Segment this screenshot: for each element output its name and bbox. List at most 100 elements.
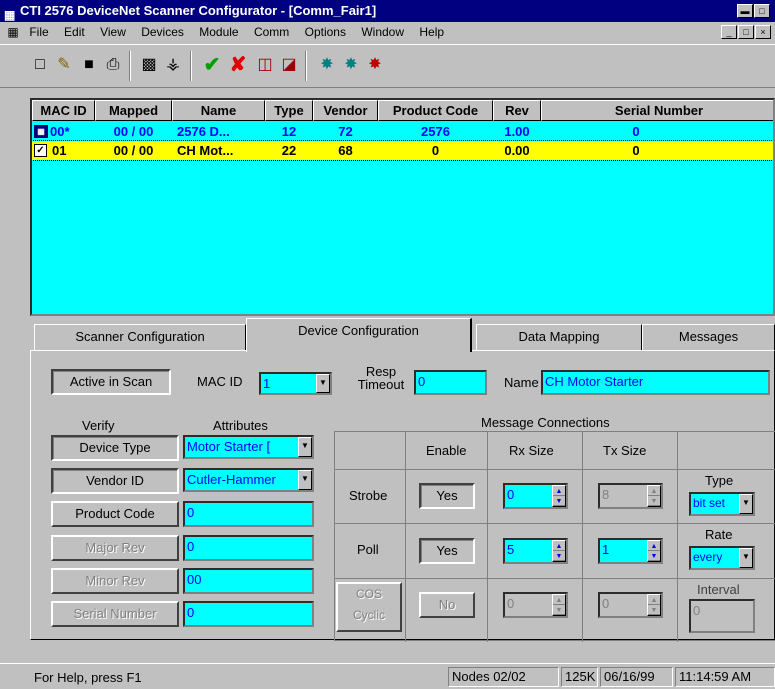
type-value: bit set xyxy=(693,496,726,510)
new-icon[interactable]: □ xyxy=(28,53,52,77)
cos-cyclic-button[interactable]: COS Cyclic xyxy=(336,582,402,632)
chevron-down-icon[interactable]: ▼ xyxy=(298,470,312,490)
checkbox-icon[interactable]: ✓ xyxy=(34,144,47,157)
col-mac-id[interactable]: MAC ID xyxy=(32,100,95,121)
menu-comm[interactable]: Comm xyxy=(254,22,289,43)
status-help-text: For Help, press F1 xyxy=(34,670,142,685)
menu-devices[interactable]: Devices xyxy=(141,22,184,43)
strobe-rx-stepper[interactable]: 0 ▲ ▼ xyxy=(503,483,568,509)
menu-module[interactable]: Module xyxy=(199,22,238,43)
rx-size-header: Rx Size xyxy=(509,443,554,458)
status-bar: For Help, press F1 Nodes 02/02 125K 06/1… xyxy=(0,663,775,689)
col-rev[interactable]: Rev xyxy=(493,100,541,121)
verify-device-type-button[interactable]: Device Type xyxy=(51,435,179,461)
menu-window[interactable]: Window xyxy=(361,22,404,43)
interval-label: Interval xyxy=(697,582,740,597)
strobe-enable-button[interactable]: Yes xyxy=(419,483,475,509)
menu-help[interactable]: Help xyxy=(419,22,444,43)
verify-major-rev-button[interactable]: Major Rev xyxy=(51,535,179,561)
tab-data-mapping[interactable]: Data Mapping xyxy=(476,324,642,350)
col-serial-number[interactable]: Serial Number xyxy=(541,100,773,121)
verify-serial-number-button[interactable]: Serial Number xyxy=(51,601,179,627)
menu-file[interactable]: File xyxy=(29,22,48,43)
spinner-icon[interactable]: ▲ ▼ xyxy=(552,485,566,507)
chevron-down-icon[interactable]: ▼ xyxy=(739,548,753,568)
menu-view[interactable]: View xyxy=(100,22,126,43)
serial-number-field[interactable]: 0 xyxy=(183,601,314,627)
vendor-id-select[interactable]: Cutler-Hammer ▼ xyxy=(183,468,314,492)
cos-enable-button[interactable]: No xyxy=(419,592,475,618)
minimize-icon[interactable]: ▬ xyxy=(737,4,753,18)
doc-minimize-icon[interactable]: _ xyxy=(721,25,737,39)
cell-mac: 01 xyxy=(52,143,67,158)
download-icon[interactable]: ◪ xyxy=(277,53,301,77)
doc-close-icon[interactable]: × xyxy=(755,25,771,39)
tab-messages[interactable]: Messages xyxy=(642,324,775,350)
minor-rev-field[interactable]: 00 xyxy=(183,568,314,594)
strobe-tx-stepper[interactable]: 8 ▲ ▼ xyxy=(598,483,663,509)
resp-label-line2: Timeout xyxy=(357,377,405,392)
major-rev-field[interactable]: 0 xyxy=(183,535,314,561)
upload-icon[interactable]: ◫ xyxy=(253,53,277,77)
doc-icon[interactable]: ▦ xyxy=(0,22,26,43)
device-type-select[interactable]: Motor Starter [ ▼ xyxy=(183,435,314,459)
doc-restore-icon[interactable]: □ xyxy=(738,25,754,39)
interval-field[interactable]: 0 xyxy=(689,599,755,633)
col-mapped[interactable]: Mapped xyxy=(95,100,172,121)
save-icon[interactable]: ■ xyxy=(77,53,101,77)
verify-minor-rev-button[interactable]: Minor Rev xyxy=(51,568,179,594)
rate-select[interactable]: every ▼ xyxy=(689,546,755,570)
cell-name: 2576 D... xyxy=(177,124,230,139)
poll-tx-value: 1 xyxy=(602,542,610,557)
verify-vendor-id-button[interactable]: Vendor ID xyxy=(51,468,179,494)
menu-options[interactable]: Options xyxy=(305,22,346,43)
col-vendor[interactable]: Vendor xyxy=(313,100,378,121)
type-select[interactable]: bit set ▼ xyxy=(689,492,755,516)
poll-rx-stepper[interactable]: 5 ▲ ▼ xyxy=(503,538,568,564)
col-name[interactable]: Name xyxy=(172,100,265,121)
status-baud: 125K xyxy=(561,667,598,687)
menu-edit[interactable]: Edit xyxy=(64,22,85,43)
product-code-field[interactable]: 0 xyxy=(183,501,314,527)
spinner-icon[interactable]: ▲ ▼ xyxy=(647,485,661,507)
filter-icon[interactable]: ⚶ xyxy=(161,53,185,77)
cyclic-label: Cyclic xyxy=(353,608,385,622)
tab-device-configuration[interactable]: Device Configuration xyxy=(246,318,472,352)
title-bar[interactable]: ▦ CTI 2576 DeviceNet Scanner Configurato… xyxy=(0,0,775,22)
col-product-code[interactable]: Product Code xyxy=(378,100,493,121)
table-row[interactable]: ▦ 00* 00 / 00 2576 D... 12 72 2576 1.00 … xyxy=(32,122,773,141)
verify-product-code-button[interactable]: Product Code xyxy=(51,501,179,527)
chevron-down-icon[interactable]: ▼ xyxy=(739,494,753,514)
spinner-icon[interactable]: ▲ ▼ xyxy=(552,594,566,616)
spinner-icon[interactable]: ▲ ▼ xyxy=(647,540,661,562)
poll-tx-stepper[interactable]: 1 ▲ ▼ xyxy=(598,538,663,564)
cross-icon[interactable]: ✘ xyxy=(226,53,250,77)
name-field[interactable]: CH Motor Starter xyxy=(541,370,770,395)
mac-id-select[interactable]: 1 ▼ xyxy=(259,372,332,395)
check-icon[interactable]: ✔ xyxy=(200,53,224,77)
cell-mac: 00* xyxy=(50,124,70,139)
cos-rx-stepper[interactable]: 0 ▲ ▼ xyxy=(503,592,568,618)
open-icon[interactable]: ✎ xyxy=(52,53,76,77)
app-icon[interactable]: ▦ xyxy=(4,4,15,22)
maximize-icon[interactable]: □ xyxy=(754,4,770,18)
name-label: Name xyxy=(504,375,539,390)
keyboard-icon[interactable]: ▩ xyxy=(137,53,161,77)
resp-timeout-field[interactable]: 0 xyxy=(414,370,487,395)
poll-enable-button[interactable]: Yes xyxy=(419,538,475,564)
chevron-down-icon[interactable]: ▼ xyxy=(316,374,330,393)
chevron-down-icon[interactable]: ▼ xyxy=(298,437,312,457)
table-row-selected[interactable]: ✓ 01 00 / 00 CH Mot... 22 68 0 0.00 0 xyxy=(32,140,773,161)
spinner-icon[interactable]: ▲ ▼ xyxy=(647,594,661,616)
print-icon[interactable]: ⎙ xyxy=(101,53,125,77)
network-icon[interactable]: ✸ xyxy=(315,53,339,77)
cell-rev: 0.00 xyxy=(504,143,530,158)
tab-scanner-configuration[interactable]: Scanner Configuration xyxy=(34,324,246,350)
network-scan-icon[interactable]: ✸ xyxy=(339,53,363,77)
col-type[interactable]: Type xyxy=(265,100,313,121)
spinner-icon[interactable]: ▲ ▼ xyxy=(552,540,566,562)
device-grid[interactable]: MAC ID Mapped Name Type Vendor Product C… xyxy=(30,98,775,316)
active-in-scan-button[interactable]: Active in Scan xyxy=(51,369,171,395)
cos-tx-stepper[interactable]: 0 ▲ ▼ xyxy=(598,592,663,618)
network-error-icon[interactable]: ✸ xyxy=(363,53,387,77)
